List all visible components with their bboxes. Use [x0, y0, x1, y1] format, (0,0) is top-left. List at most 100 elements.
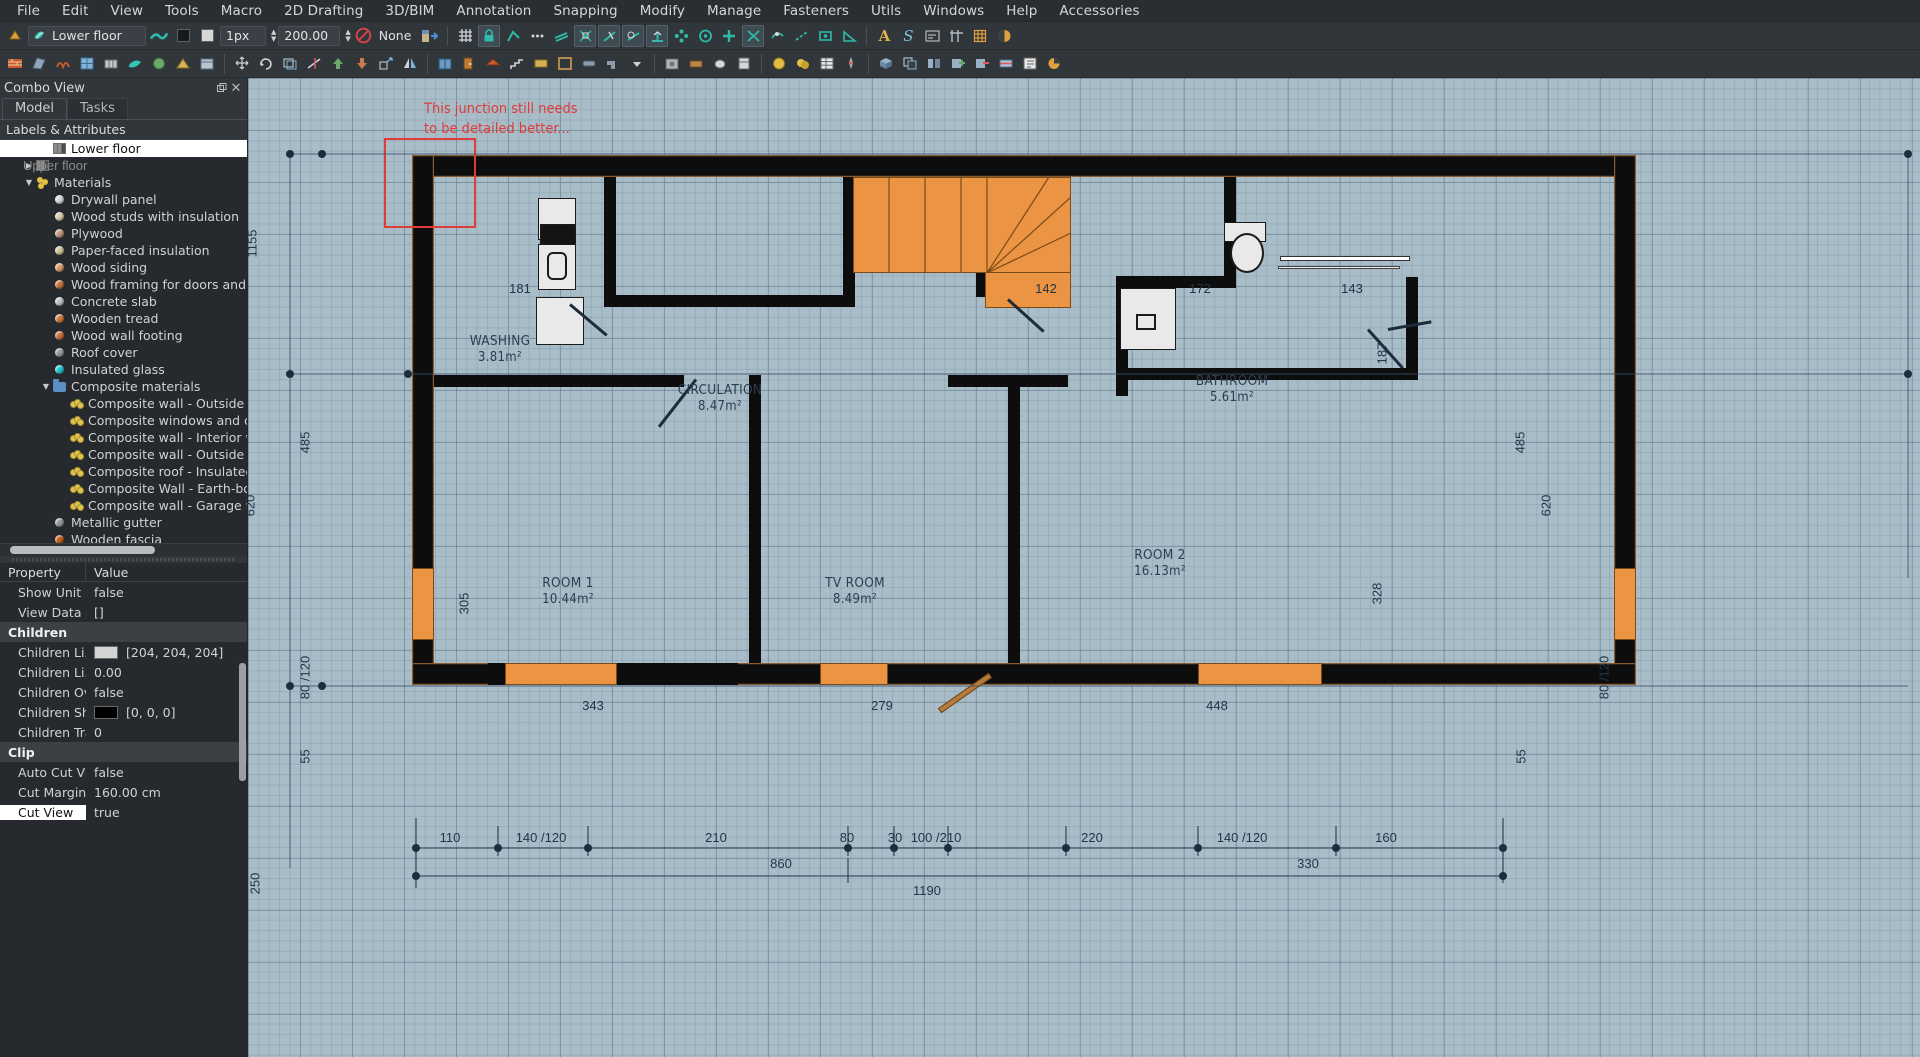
text-style-icon[interactable]: A — [873, 25, 895, 47]
axis-system-icon[interactable] — [945, 25, 967, 47]
menu-fasteners[interactable]: Fasteners — [772, 1, 860, 21]
menu-utils[interactable]: Utils — [860, 1, 912, 21]
property-row[interactable]: Cut View true — [0, 802, 247, 822]
arch-fixture-icon[interactable] — [709, 53, 731, 75]
tree-item[interactable]: Composite roof - Insulated roof — [0, 463, 247, 480]
property-value[interactable]: 0.00 — [86, 665, 122, 680]
menu-3d-bim[interactable]: 3D/BIM — [374, 1, 445, 21]
snap-tangent-icon[interactable] — [622, 24, 645, 47]
arch-pie-icon[interactable] — [1043, 53, 1065, 75]
snap-add-icon[interactable] — [718, 25, 740, 47]
arch-rotate-icon[interactable] — [255, 53, 277, 75]
arch-move-icon[interactable] — [231, 53, 253, 75]
tree-item[interactable]: Lower floor — [0, 140, 247, 157]
arch-appliance-icon[interactable] — [733, 53, 755, 75]
snap-extension-icon[interactable] — [790, 25, 812, 47]
snap-midpoint-icon[interactable] — [526, 25, 548, 47]
arch-dropdown-icon[interactable] — [626, 53, 648, 75]
snap-grid-icon[interactable] — [454, 25, 476, 47]
menu-help[interactable]: Help — [995, 1, 1048, 21]
arch-panel-icon[interactable] — [530, 53, 552, 75]
property-row[interactable]: Children Sh... [0, 0, 0] — [0, 702, 247, 722]
snap-special-icon[interactable] — [814, 25, 836, 47]
property-row[interactable]: Children Li... [204, 204, 204] — [0, 642, 247, 662]
menu-file[interactable]: File — [6, 1, 51, 21]
color-swatch[interactable] — [94, 645, 118, 659]
model-tree[interactable]: Lower floor ▶ Upper floor ▼ Materials Drywall… — [0, 140, 247, 543]
no-snap-icon[interactable] — [353, 25, 375, 47]
line-width-field[interactable]: 1px — [220, 25, 266, 46]
line-width-spinner[interactable]: ▲ ▼ — [271, 28, 276, 43]
property-value[interactable]: false — [86, 685, 124, 700]
snap-lock-icon[interactable] — [478, 24, 501, 47]
arch-add-icon[interactable] — [947, 53, 969, 75]
tree-item[interactable]: Wood siding — [0, 259, 247, 276]
undock-icon[interactable] — [215, 81, 229, 95]
snap-endpoint-icon[interactable] — [502, 25, 524, 47]
arch-site-icon[interactable] — [148, 53, 170, 75]
grid-toggle-icon[interactable] — [969, 25, 991, 47]
text-size-spinner[interactable]: ▲ ▼ — [345, 28, 350, 43]
property-row[interactable]: Show Unit false — [0, 582, 247, 602]
tree-item[interactable]: Composite windows and doors — [0, 412, 247, 429]
tree-horizontal-scrollbar[interactable] — [0, 543, 247, 556]
arch-curtainwall-icon[interactable] — [76, 53, 98, 75]
menu-annotation[interactable]: Annotation — [445, 1, 542, 21]
menu-macro[interactable]: Macro — [210, 1, 273, 21]
tree-item[interactable]: Drywall panel — [0, 191, 247, 208]
scroll-thumb[interactable] — [10, 546, 155, 554]
working-plane-icon[interactable] — [419, 25, 441, 47]
arch-section-plane-icon[interactable] — [995, 53, 1017, 75]
snap-parallel-icon[interactable] — [550, 25, 572, 47]
arch-rebar-icon[interactable] — [52, 53, 74, 75]
arch-ifc-explorer-icon[interactable] — [1019, 53, 1041, 75]
color-swatch[interactable] — [94, 705, 118, 719]
tree-item[interactable]: Metallic gutter — [0, 514, 247, 531]
tree-item[interactable]: Insulated glass — [0, 361, 247, 378]
property-row[interactable]: View Data [] — [0, 602, 247, 622]
arch-upgrade-icon[interactable] — [327, 53, 349, 75]
arch-multi-material-icon[interactable] — [792, 53, 814, 75]
property-value[interactable]: false — [86, 585, 124, 600]
tree-item[interactable]: ▼ Composite materials — [0, 378, 247, 395]
tree-item[interactable]: Composite wall - Outside wall — [0, 395, 247, 412]
tree-item[interactable]: Paper-faced insulation — [0, 242, 247, 259]
arch-door-icon[interactable] — [458, 53, 480, 75]
snap-center-icon[interactable] — [670, 25, 692, 47]
arch-scale-icon[interactable] — [375, 53, 397, 75]
property-row[interactable]: Children Li... 0.00 — [0, 662, 247, 682]
close-icon[interactable]: ✕ — [229, 81, 243, 96]
active-level-combo[interactable]: Lower floor — [28, 25, 146, 46]
arch-roof-icon[interactable] — [482, 53, 504, 75]
tree-item[interactable]: Wood framing for doors and windows — [0, 276, 247, 293]
property-value[interactable]: 0 — [86, 725, 102, 740]
arch-structure-icon[interactable] — [28, 53, 50, 75]
menu-accessories[interactable]: Accessories — [1048, 1, 1150, 21]
menu-manage[interactable]: Manage — [696, 1, 772, 21]
toolbar-handle[interactable] — [4, 25, 26, 47]
arch-material-icon[interactable] — [768, 53, 790, 75]
3d-view[interactable]: WASHING 3.81m² CIRCULATION 8.47m² BATHROOM 5.… — [248, 78, 1920, 1057]
tree-item[interactable]: Composite wall - Outside wall — [0, 446, 247, 463]
property-row[interactable]: Auto Cut Vi... false — [0, 762, 247, 782]
menu-view[interactable]: View — [100, 1, 154, 21]
text-size-field[interactable]: 200.00 — [278, 25, 341, 46]
tree-item[interactable]: Roof cover — [0, 344, 247, 361]
snap-angle2-icon[interactable] — [838, 25, 860, 47]
arch-frame-icon[interactable] — [554, 53, 576, 75]
snap-ortho-icon[interactable] — [646, 24, 669, 47]
tree-item[interactable]: Wooden fascia — [0, 531, 247, 543]
arch-clone-icon[interactable] — [899, 53, 921, 75]
annotation-styles-icon[interactable] — [921, 25, 943, 47]
arch-reference-icon[interactable] — [196, 53, 218, 75]
snap-intersection-icon[interactable] — [574, 24, 597, 47]
property-value[interactable]: 160.00 cm — [86, 785, 161, 800]
arch-window-icon[interactable] — [434, 53, 456, 75]
tree-item[interactable]: Composite Wall - Earth-bound wall — [0, 480, 247, 497]
tree-item[interactable]: Wood studs with insulation — [0, 208, 247, 225]
arch-stairs-icon[interactable] — [506, 53, 528, 75]
arch-downgrade-icon[interactable] — [351, 53, 373, 75]
property-row[interactable]: Children Ov... false — [0, 682, 247, 702]
arch-remove-icon[interactable] — [971, 53, 993, 75]
twisty-expanded-icon[interactable]: ▼ — [23, 178, 35, 187]
